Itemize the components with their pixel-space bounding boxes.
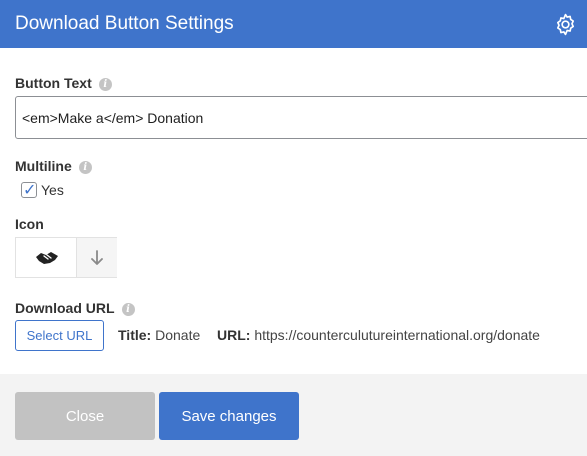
icon-picker <box>15 237 117 278</box>
icon-option-handshake[interactable] <box>16 238 76 277</box>
url-title: Title: Donate <box>118 327 200 343</box>
gear-icon[interactable] <box>553 12 578 37</box>
download-url-label-text: Download URL <box>15 300 115 316</box>
icon-option-arrow-down[interactable] <box>76 238 117 277</box>
multiline-checkbox[interactable]: ✓ <box>21 180 37 199</box>
icon-label: Icon <box>15 216 44 232</box>
close-button[interactable]: Close <box>15 392 155 440</box>
url-value-text: https://counterculutureinternational.org… <box>254 327 540 343</box>
dialog-title: Download Button Settings <box>15 13 234 34</box>
multiline-checkbox-label: Yes <box>41 182 64 198</box>
checkmark-icon: ✓ <box>23 180 37 199</box>
arrow-down-icon <box>91 250 103 265</box>
button-text-label: Button Text i <box>15 75 112 91</box>
info-icon[interactable]: i <box>121 303 135 316</box>
url-title-label: Title: <box>118 327 152 343</box>
save-changes-button[interactable]: Save changes <box>159 392 299 440</box>
download-url-label: Download URL i <box>15 300 135 316</box>
multiline-label: Multiline i <box>15 158 92 174</box>
dialog-header: Download Button Settings <box>0 0 587 48</box>
url-value: URL: https://counterculutureinternationa… <box>217 327 540 343</box>
select-url-button[interactable]: Select URL <box>15 320 104 351</box>
button-text-label-text: Button Text <box>15 75 92 91</box>
url-value-label: URL: <box>217 327 251 343</box>
info-icon[interactable]: i <box>78 161 92 174</box>
button-text-input[interactable] <box>15 96 587 139</box>
info-icon[interactable]: i <box>98 78 112 91</box>
handshake-icon <box>36 252 58 264</box>
url-title-value: Donate <box>155 327 201 343</box>
multiline-label-text: Multiline <box>15 158 72 174</box>
